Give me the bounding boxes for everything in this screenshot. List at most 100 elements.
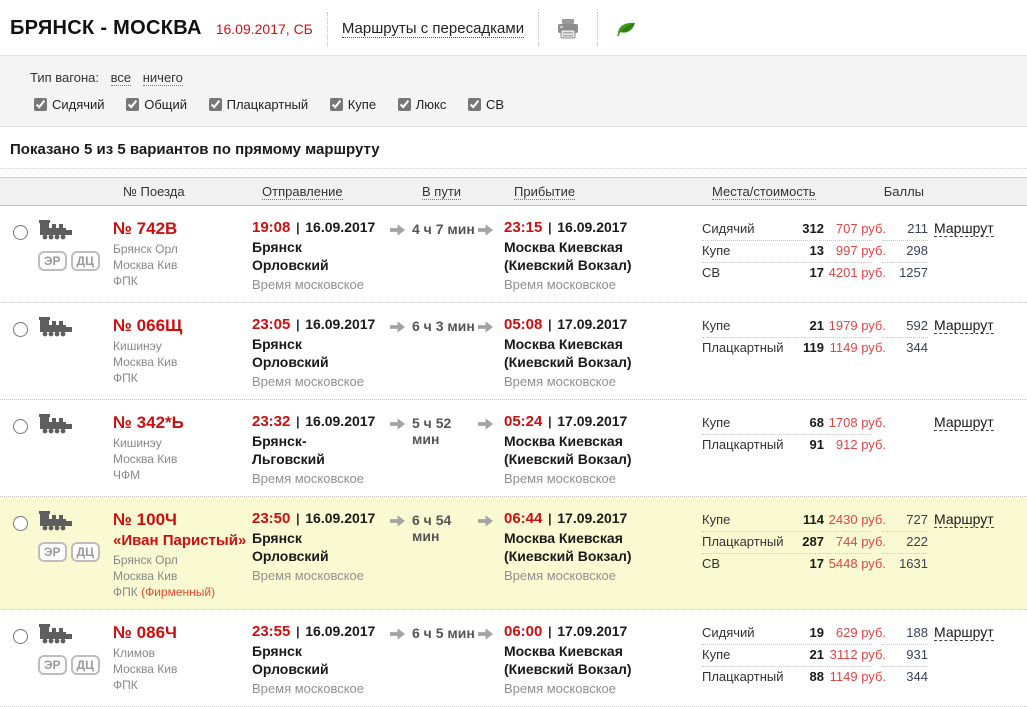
departure-time: 23:50 xyxy=(252,510,290,527)
seats-table: Сидячий19629 руб.188 Купе213112 руб.931 … xyxy=(702,623,928,689)
eco-button[interactable] xyxy=(612,14,642,44)
route-link[interactable]: Маршрут xyxy=(934,317,994,334)
seats-table: Купе681708 руб. Плацкартный91912 руб. xyxy=(702,413,928,457)
seat-row: Плацкартный287744 руб.222 xyxy=(702,532,928,554)
col-arrival[interactable]: Прибытие xyxy=(514,184,712,199)
wagon-checkbox-sv[interactable]: СВ xyxy=(464,97,504,112)
train-origin: Кишинэу xyxy=(113,338,252,354)
seat-type: Купе xyxy=(702,415,786,430)
train-icon xyxy=(38,219,74,243)
departure-station: Брянск- xyxy=(252,432,390,450)
trip-duration: 5 ч 52 мин xyxy=(412,413,478,447)
filter-label: Тип вагона: xyxy=(30,70,99,85)
print-button[interactable] xyxy=(553,14,583,44)
seat-points: 1257 xyxy=(886,265,928,280)
route-link[interactable]: Маршрут xyxy=(934,624,994,641)
timezone-note: Время московское xyxy=(252,680,390,697)
seats-table: Купе1142430 руб.727 Плацкартный287744 ру… xyxy=(702,510,928,576)
checkbox-input[interactable] xyxy=(209,98,222,111)
departure-station: Брянск xyxy=(252,335,390,353)
arrival-time: 06:44 xyxy=(504,510,542,527)
separator: | xyxy=(548,414,552,429)
route-link[interactable]: Маршрут xyxy=(934,414,994,431)
col-seats-price[interactable]: Места/стоимость xyxy=(712,184,816,200)
seat-count: 17 xyxy=(786,265,824,280)
timezone-note: Время московское xyxy=(252,276,390,293)
train-number: № 086Ч xyxy=(113,623,252,643)
train-select-radio[interactable] xyxy=(13,322,28,337)
separator: | xyxy=(548,511,552,526)
trip-duration: 6 ч 5 мин xyxy=(412,623,478,641)
arrival-time: 06:00 xyxy=(504,623,542,640)
seat-type: Плацкартный xyxy=(702,669,786,684)
departure-date: 16.09.2017 xyxy=(305,316,375,332)
wagon-type-filter: Тип вагона: все ничего Сидячий Общий Пла… xyxy=(0,55,1027,127)
transfer-routes-link[interactable]: Маршруты с пересадками xyxy=(342,20,524,38)
train-icon xyxy=(38,413,74,437)
checkbox-input[interactable] xyxy=(330,98,343,111)
results-summary: Показано 5 из 5 вариантов по прямому мар… xyxy=(10,141,1027,158)
train-select-radio[interactable] xyxy=(13,419,28,434)
checkbox-input[interactable] xyxy=(34,98,47,111)
seat-count: 21 xyxy=(786,318,824,333)
checkbox-label: Общий xyxy=(144,97,187,112)
train-carrier: ФПК (Фирменный) xyxy=(113,584,252,600)
train-row-342: № 342*Ь Кишинэу Москва Кив ЧФМ 23:32 | 1… xyxy=(0,400,1027,497)
seat-type: Плацкартный xyxy=(702,340,786,355)
seat-price: 1708 руб. xyxy=(824,415,886,430)
select-all-link[interactable]: все xyxy=(111,70,132,86)
train-row-086ch: ЭР ДЦ № 086Ч Климов Москва Кив ФПК 23:55… xyxy=(0,610,1027,707)
departure-station: Брянск xyxy=(252,642,390,660)
seat-type: Купе xyxy=(702,243,786,258)
train-select-radio[interactable] xyxy=(13,516,28,531)
arrival-station: Москва Киевская (Киевский Вокзал) xyxy=(504,432,688,468)
wagon-checkbox-common[interactable]: Общий xyxy=(122,97,187,112)
seat-count: 287 xyxy=(786,534,824,549)
train-origin: Брянск Орл xyxy=(113,241,252,257)
seat-row: Плацкартный881149 руб.344 xyxy=(702,667,928,689)
col-departure[interactable]: Отправление xyxy=(262,184,400,199)
timezone-note: Время московское xyxy=(504,567,688,584)
route-link[interactable]: Маршрут xyxy=(934,220,994,237)
train-row-100ch-highlighted: ЭР ДЦ № 100Ч «Иван Паристый» Брянск Орл … xyxy=(0,497,1027,610)
arrival-date: 16.09.2017 xyxy=(557,219,627,235)
divider xyxy=(538,12,539,46)
seat-points: 222 xyxy=(886,534,928,549)
arrival-date: 17.09.2017 xyxy=(557,316,627,332)
seat-points: 188 xyxy=(886,625,928,640)
divider xyxy=(0,168,1027,169)
page-header: БРЯНСК - МОСКВА 16.09.2017, СБ Маршруты … xyxy=(0,0,1027,55)
seat-count: 114 xyxy=(786,512,824,527)
seat-row: СВ175448 руб.1631 xyxy=(702,554,928,576)
wagon-checkbox-lux[interactable]: Люкс xyxy=(394,97,447,112)
col-points: Баллы xyxy=(884,184,924,200)
checkbox-input[interactable] xyxy=(126,98,139,111)
seat-price: 1979 руб. xyxy=(824,318,886,333)
checkbox-input[interactable] xyxy=(468,98,481,111)
train-destination: Москва Кив xyxy=(113,354,252,370)
er-badge: ЭР xyxy=(38,655,67,675)
train-destination: Москва Кив xyxy=(113,661,252,677)
wagon-checkbox-sitting[interactable]: Сидячий xyxy=(30,97,105,112)
arrival-date: 17.09.2017 xyxy=(557,413,627,429)
seat-count: 19 xyxy=(786,625,824,640)
arrow-icon xyxy=(478,219,504,240)
timezone-note: Время московское xyxy=(504,373,688,390)
dc-badge: ДЦ xyxy=(71,251,100,271)
arrival-station: Москва Киевская (Киевский Вокзал) xyxy=(504,642,688,678)
train-destination: Москва Кив xyxy=(113,451,252,467)
table-header: № Поезда Отправление В пути Прибытие Мес… xyxy=(0,177,1027,206)
checkbox-input[interactable] xyxy=(398,98,411,111)
seat-count: 13 xyxy=(786,243,824,258)
wagon-checkbox-coupe[interactable]: Купе xyxy=(326,97,376,112)
train-select-radio[interactable] xyxy=(13,225,28,240)
wagon-checkbox-platzkart[interactable]: Плацкартный xyxy=(205,97,309,112)
select-none-link[interactable]: ничего xyxy=(143,70,183,86)
route-link[interactable]: Маршрут xyxy=(934,511,994,528)
train-row-742v: ЭР ДЦ № 742В Брянск Орл Москва Кив ФПК 1… xyxy=(0,206,1027,303)
separator: | xyxy=(548,220,552,235)
arrow-icon xyxy=(478,510,504,531)
departure-station: Орловский xyxy=(252,660,390,678)
seat-price: 2430 руб. xyxy=(824,512,886,527)
col-duration[interactable]: В пути xyxy=(422,184,488,199)
